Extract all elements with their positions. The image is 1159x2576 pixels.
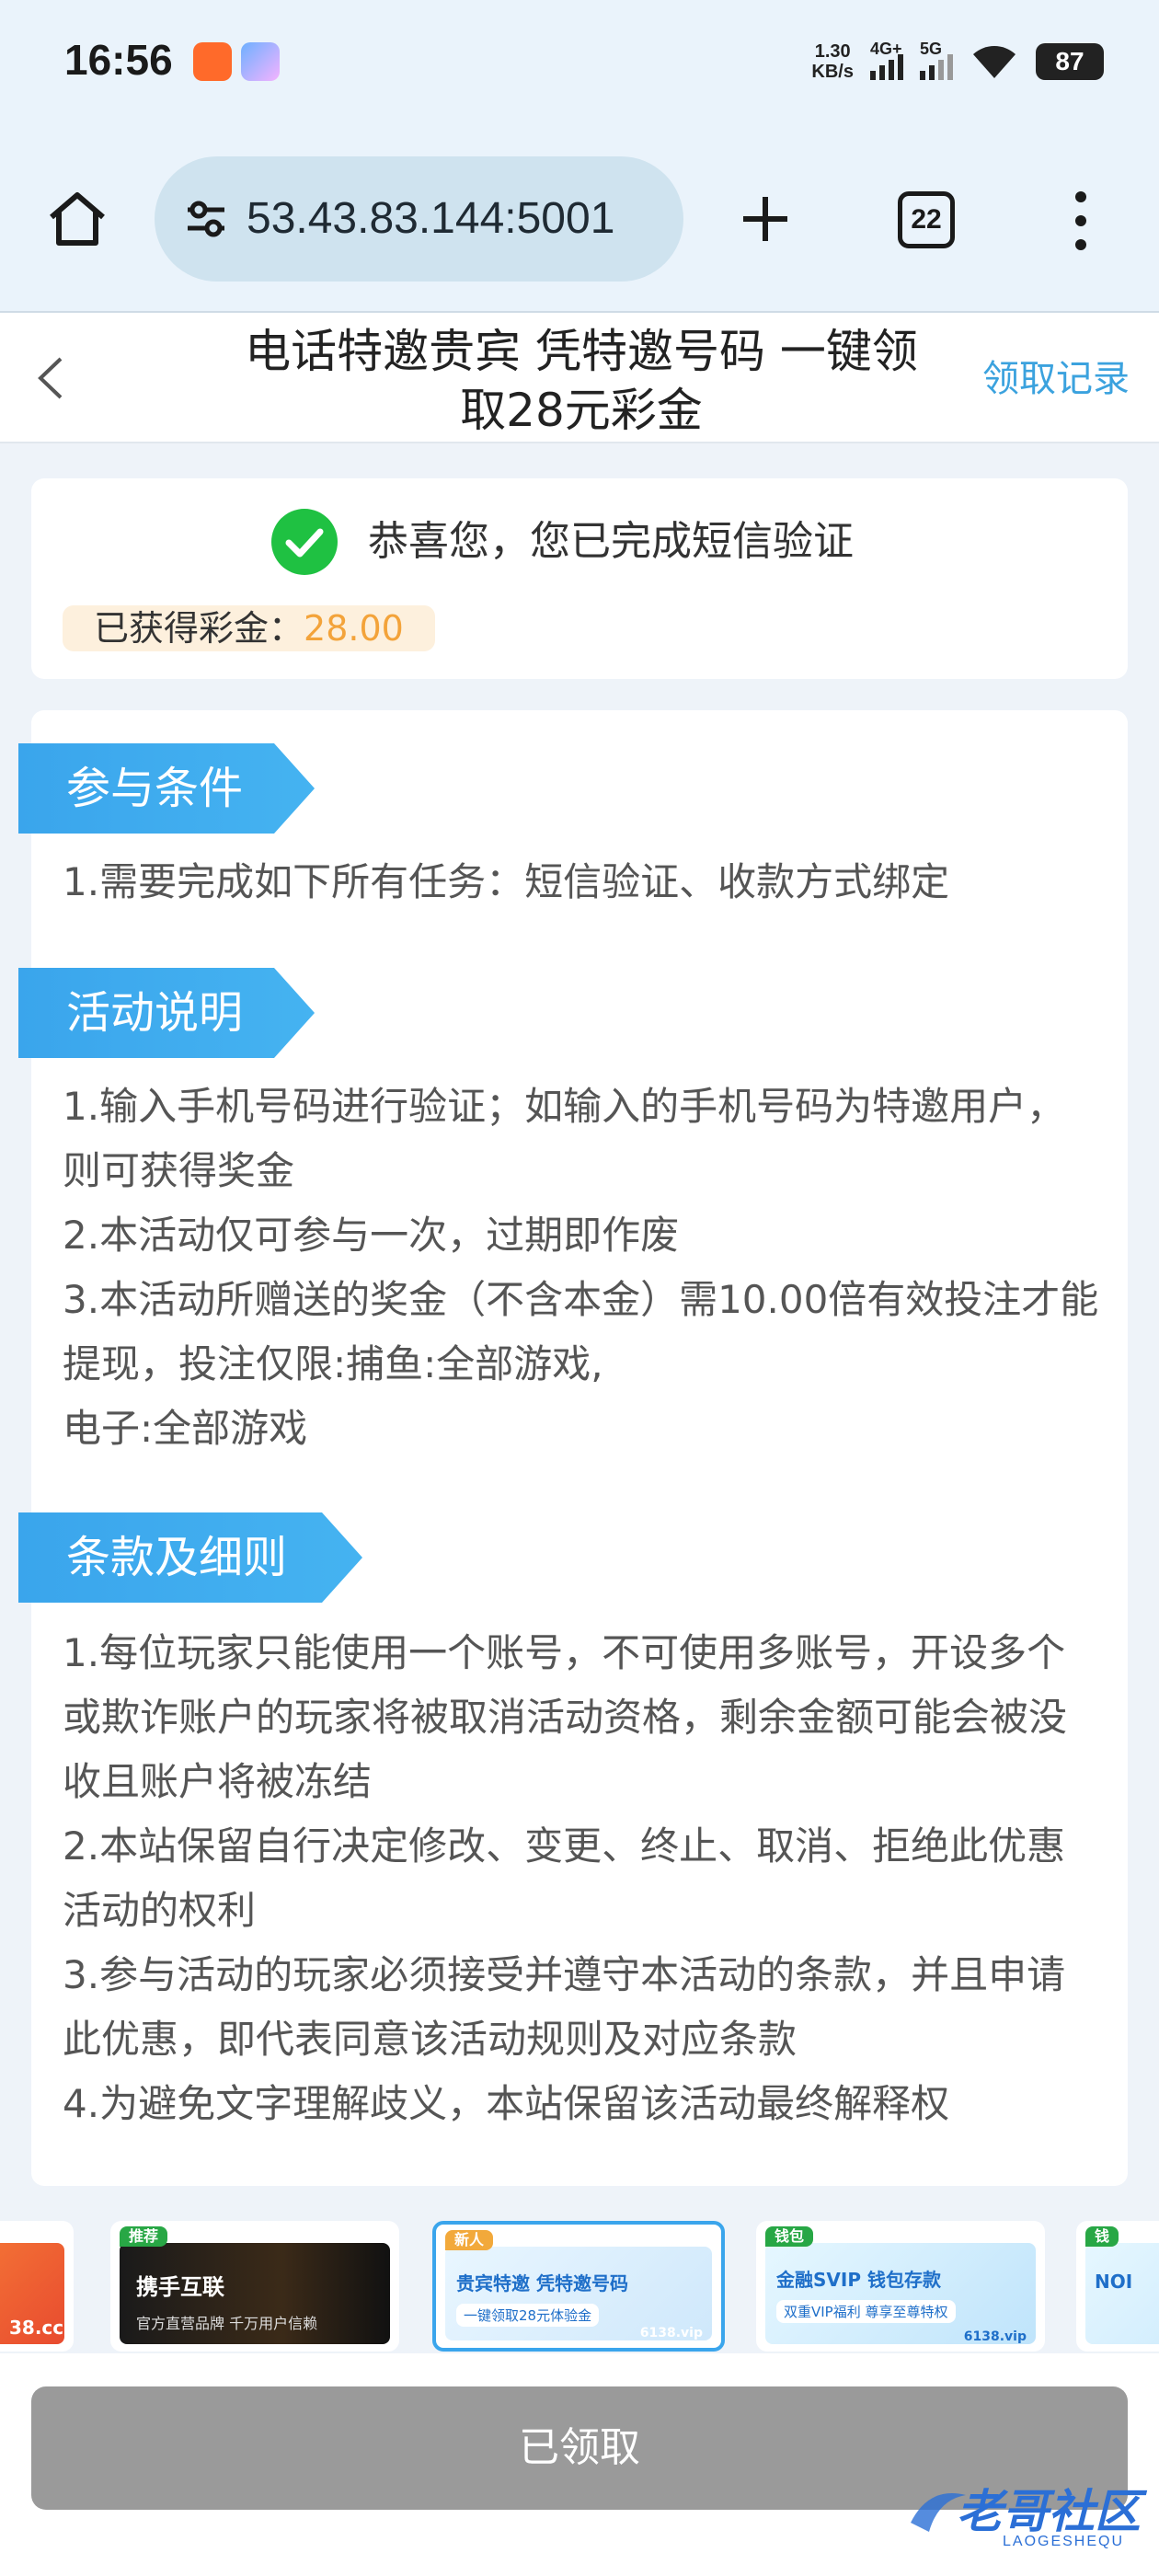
signal-label: 4G+ <box>870 40 902 58</box>
back-arrow-icon[interactable] <box>28 346 74 410</box>
watermark-subtext: LAOGESHEQU <box>1003 2534 1125 2549</box>
conditions-body: 1.需要完成如下所有任务：短信验证、收款方式绑定 <box>63 850 1102 914</box>
watermark-text: 老哥社区 <box>957 2485 1141 2538</box>
claim-record-link[interactable]: 领取记录 <box>982 351 1130 407</box>
cellular-signal-icon: 5G <box>920 40 953 80</box>
description-line: 2.本活动仅可参与一次，过期即作废 <box>63 1213 680 1258</box>
terms-line: 4.为避免文字理解歧义，本站保留该活动最终解释权 <box>63 2081 950 2126</box>
banner-caption: 贵宾特邀 凭特邀号码 <box>456 2272 628 2294</box>
terms-line: 2.本站保留自行决定修改、变更、终止、取消、拒绝此优惠活动的权利 <box>63 1823 1066 1933</box>
banner-tag: 钱 <box>1085 2226 1119 2247</box>
terms-body: 1.每位玩家只能使用一个账号，不可使用多账号，开设多个或欺诈账户的玩家将被取消活… <box>63 1621 1102 2136</box>
banner-caption: NOI <box>1095 2271 1133 2293</box>
description-body: 1.输入手机号码进行验证；如输入的手机号码为特邀用户，则可获得奖金 2.本活动仅… <box>63 1075 1102 1461</box>
banner-caption: 38.cc <box>9 2317 64 2339</box>
verification-success-card: 恭喜您，您已完成短信验证 已获得彩金：28.00 <box>31 478 1128 679</box>
terms-line: 3.参与活动的玩家必须接受并遵守本活动的条款，并且申请此优惠，即代表同意该活动规… <box>63 1952 1066 2062</box>
watermark-logo: 老哥社区 LAOGESHEQU <box>901 2467 1141 2569</box>
banner-url: 6138.vip <box>639 2326 703 2340</box>
banner-tag: 推荐 <box>120 2226 168 2247</box>
address-bar[interactable]: 53.43.83.144:5001 <box>155 156 683 282</box>
page-header: 电话特邀贵宾 凭特邀号码 一键领取28元彩金 领取记录 <box>0 313 1159 443</box>
browser-toolbar: 53.43.83.144:5001 22 <box>0 129 1159 313</box>
description-line: 3.本活动所赠送的奖金（不含本金）需10.00倍有效投注才能提现，投注仅限:捕鱼… <box>63 1277 1099 1386</box>
promo-banner[interactable]: 38.cc <box>0 2221 74 2352</box>
more-menu-icon[interactable] <box>1058 184 1104 258</box>
conditions-line: 1.需要完成如下所有任务：短信验证、收款方式绑定 <box>63 859 950 904</box>
status-time: 16:56 <box>64 36 173 84</box>
wifi-icon <box>973 46 1016 78</box>
cellular-signal-icon: 4G+ <box>870 40 903 80</box>
section-ribbon-conditions: 参与条件 <box>18 743 315 834</box>
network-speed: 1.30 KB/s <box>811 41 854 82</box>
bonus-amount: 28.00 <box>304 608 404 649</box>
promo-banner-active[interactable]: 新人 贵宾特邀 凭特邀号码 一键领取28元体验金 6138.vip <box>432 2221 725 2352</box>
url-text[interactable]: 53.43.83.144:5001 <box>247 191 670 247</box>
page-title: 电话特邀贵宾 凭特邀号码 一键领取28元彩金 <box>245 325 918 437</box>
battery-indicator: 87 <box>1036 43 1104 80</box>
banner-tag: 钱包 <box>765 2226 814 2247</box>
tab-switcher-button[interactable]: 22 <box>898 191 955 248</box>
app-notification-icon <box>193 42 232 81</box>
promo-banner-carousel[interactable]: 38.cc 推荐 携手互联 官方直营品牌 千万用户信赖 新人 贵宾特邀 凭特邀号… <box>0 2204 1159 2352</box>
banner-url: 6138.vip <box>963 2329 1027 2344</box>
terms-line: 1.每位玩家只能使用一个账号，不可使用多账号，开设多个或欺诈账户的玩家将被取消活… <box>63 1630 1068 1804</box>
app-notification-icon <box>241 42 280 81</box>
status-bar: 16:56 1.30 KB/s 4G+ 5G 87 <box>0 0 1159 129</box>
signal-label: 5G <box>920 40 943 58</box>
bonus-badge: 已获得彩金：28.00 <box>63 605 435 651</box>
description-line: 电子:全部游戏 <box>63 1406 308 1451</box>
new-tab-icon[interactable] <box>732 186 798 252</box>
activity-rules-card: 参与条件 1.需要完成如下所有任务：短信验证、收款方式绑定 活动说明 1.输入手… <box>31 710 1128 2186</box>
success-message: 恭喜您，您已完成短信验证 <box>368 518 854 565</box>
description-line: 1.输入手机号码进行验证；如输入的手机号码为特邀用户，则可获得奖金 <box>63 1084 1066 1193</box>
network-speed-unit: KB/s <box>811 62 854 82</box>
bottom-action-bar: 已领取 老哥社区 LAOGESHEQU <box>0 2353 1159 2576</box>
check-circle-icon <box>271 509 338 575</box>
network-speed-value: 1.30 <box>814 41 851 62</box>
section-ribbon-terms: 条款及细则 <box>18 1512 362 1603</box>
banner-caption: 携手互联 <box>136 2274 224 2300</box>
status-indicators: 1.30 KB/s 4G+ 5G 87 <box>811 39 1104 85</box>
bonus-label: 已获得彩金： <box>94 608 304 649</box>
banner-caption: 金融SVIP 钱包存款 <box>776 2269 941 2291</box>
banner-subcaption: 一键领取28元体验金 <box>456 2304 600 2327</box>
banner-subcaption: 官方直营品牌 千万用户信赖 <box>136 2315 318 2332</box>
promo-banner[interactable]: 钱包 金融SVIP 钱包存款 双重VIP福利 尊享至尊特权 6138.vip <box>756 2221 1045 2352</box>
promo-banner[interactable]: 推荐 携手互联 官方直营品牌 千万用户信赖 <box>110 2221 399 2352</box>
banner-tag: 新人 <box>445 2230 494 2250</box>
section-ribbon-description: 活动说明 <box>18 968 315 1058</box>
site-settings-icon[interactable] <box>180 193 232 245</box>
banner-subcaption: 双重VIP福利 尊享至尊特权 <box>776 2300 956 2323</box>
home-icon[interactable] <box>44 186 110 252</box>
promo-banner[interactable]: 钱 NOI <box>1076 2221 1159 2352</box>
